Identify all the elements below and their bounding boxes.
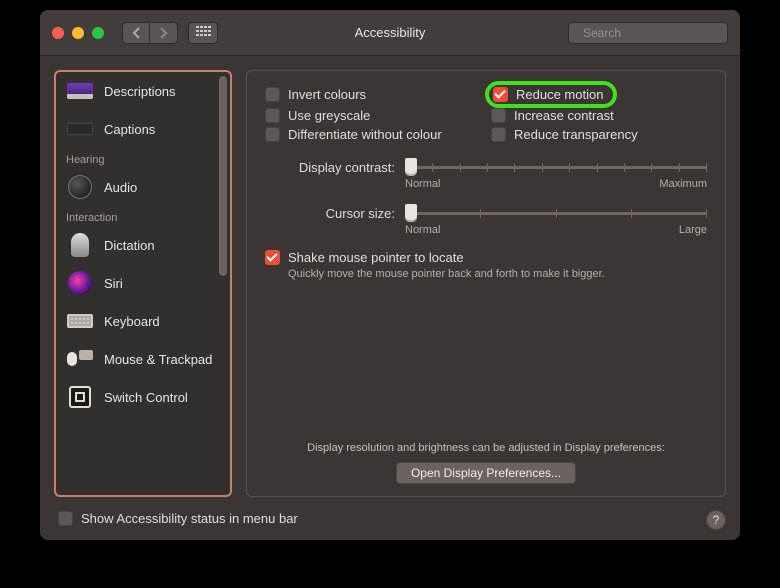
grid-icon	[196, 26, 210, 40]
scrollbar-thumb[interactable]	[219, 76, 227, 276]
checkbox-label: Reduce transparency	[514, 127, 638, 142]
sidebar-scrollbar[interactable]	[218, 74, 228, 493]
search-input[interactable]	[583, 26, 738, 40]
dictation-icon	[66, 235, 94, 255]
window-title: Accessibility	[355, 25, 426, 40]
checkbox-label: Use greyscale	[288, 108, 370, 123]
shake-pointer-sub: Quickly move the mouse pointer back and …	[288, 268, 605, 280]
help-button[interactable]: ?	[706, 510, 726, 530]
cursor-size-label: Cursor size:	[265, 206, 395, 221]
increase-contrast-checkbox[interactable]	[491, 108, 506, 123]
sidebar: Descriptions Captions Hearing Audio Inte…	[54, 70, 232, 497]
sidebar-item-captions[interactable]: Captions	[56, 110, 230, 148]
slider-max-label: Large	[679, 224, 707, 236]
descriptions-icon	[66, 81, 94, 101]
sidebar-item-label: Captions	[104, 122, 155, 137]
sidebar-item-label: Siri	[104, 276, 123, 291]
sidebar-item-dictation[interactable]: Dictation	[56, 226, 230, 264]
back-button[interactable]	[122, 22, 150, 44]
open-display-preferences-button[interactable]: Open Display Preferences...	[396, 462, 576, 484]
keyboard-icon	[66, 311, 94, 331]
display-contrast-block: Display contrast: Normal Maximum	[265, 158, 707, 190]
nav-buttons	[122, 22, 178, 44]
window-controls	[52, 27, 104, 39]
sidebar-item-switch-control[interactable]: Switch Control	[56, 378, 230, 416]
checkbox-label: Differentiate without colour	[288, 127, 442, 142]
sidebar-item-label: Mouse & Trackpad	[104, 352, 212, 367]
chevron-left-icon	[132, 27, 141, 39]
diff-without-colour-checkbox[interactable]	[265, 127, 280, 142]
slider-min-label: Normal	[405, 178, 440, 190]
forward-button[interactable]	[150, 22, 178, 44]
bottom-row: Show Accessibility status in menu bar ?	[40, 511, 740, 540]
sidebar-item-siri[interactable]: Siri	[56, 264, 230, 302]
menubar-status-checkbox[interactable]	[58, 511, 73, 526]
chevron-right-icon	[159, 27, 168, 39]
sidebar-item-descriptions[interactable]: Descriptions	[56, 72, 230, 110]
diff-without-colour-row[interactable]: Differentiate without colour	[265, 127, 481, 142]
search-field[interactable]	[568, 22, 728, 44]
siri-icon	[66, 273, 94, 293]
checkbox-label: Shake mouse pointer to locate	[288, 250, 605, 265]
slider-max-label: Maximum	[659, 178, 707, 190]
display-contrast-slider[interactable]	[405, 158, 707, 176]
minimize-icon[interactable]	[72, 27, 84, 39]
sidebar-item-audio[interactable]: Audio	[56, 168, 230, 206]
use-greyscale-row[interactable]: Use greyscale	[265, 108, 481, 123]
close-icon[interactable]	[52, 27, 64, 39]
reduce-motion-highlight: Reduce motion	[485, 81, 617, 108]
main-panel: Invert colours Reduce motion Use greysca…	[246, 70, 726, 497]
use-greyscale-checkbox[interactable]	[265, 108, 280, 123]
accessibility-window: Accessibility Descriptions Captions Hear…	[40, 10, 740, 540]
increase-contrast-row[interactable]: Increase contrast	[491, 108, 707, 123]
display-contrast-label: Display contrast:	[265, 160, 395, 175]
sidebar-item-label: Dictation	[104, 238, 155, 253]
switch-control-icon	[66, 387, 94, 407]
sidebar-item-mouse-trackpad[interactable]: Mouse & Trackpad	[56, 340, 230, 378]
checkbox-label: Increase contrast	[514, 108, 614, 123]
reduce-motion-row[interactable]: Reduce motion	[491, 85, 707, 104]
sidebar-heading-hearing: Hearing	[56, 148, 230, 168]
captions-icon	[66, 119, 94, 139]
reduce-transparency-row[interactable]: Reduce transparency	[491, 127, 707, 142]
invert-colours-row[interactable]: Invert colours	[265, 85, 481, 104]
sidebar-item-label: Audio	[104, 180, 137, 195]
maximize-icon[interactable]	[92, 27, 104, 39]
sidebar-item-label: Descriptions	[104, 84, 176, 99]
checkbox-label: Show Accessibility status in menu bar	[81, 511, 298, 526]
sidebar-heading-interaction: Interaction	[56, 206, 230, 226]
content-area: Descriptions Captions Hearing Audio Inte…	[40, 56, 740, 511]
sidebar-item-label: Keyboard	[104, 314, 160, 329]
shake-pointer-checkbox[interactable]	[265, 250, 280, 265]
help-icon: ?	[713, 513, 720, 527]
titlebar: Accessibility	[40, 10, 740, 56]
cursor-size-slider[interactable]	[405, 204, 707, 222]
mouse-trackpad-icon	[66, 349, 94, 369]
checkbox-label: Invert colours	[288, 87, 366, 102]
audio-icon	[66, 177, 94, 197]
reduce-motion-checkbox[interactable]	[493, 87, 508, 102]
invert-colours-checkbox[interactable]	[265, 87, 280, 102]
slider-min-label: Normal	[405, 224, 440, 236]
cursor-size-block: Cursor size: Normal Large	[265, 204, 707, 236]
shake-pointer-row[interactable]: Shake mouse pointer to locate Quickly mo…	[265, 250, 707, 280]
sidebar-item-label: Switch Control	[104, 390, 188, 405]
reduce-transparency-checkbox[interactable]	[491, 127, 506, 142]
sidebar-item-keyboard[interactable]: Keyboard	[56, 302, 230, 340]
display-footer-note: Display resolution and brightness can be…	[265, 442, 707, 454]
checkbox-grid: Invert colours Reduce motion Use greysca…	[265, 85, 707, 142]
show-all-button[interactable]	[188, 22, 218, 44]
checkbox-label: Reduce motion	[516, 87, 603, 102]
